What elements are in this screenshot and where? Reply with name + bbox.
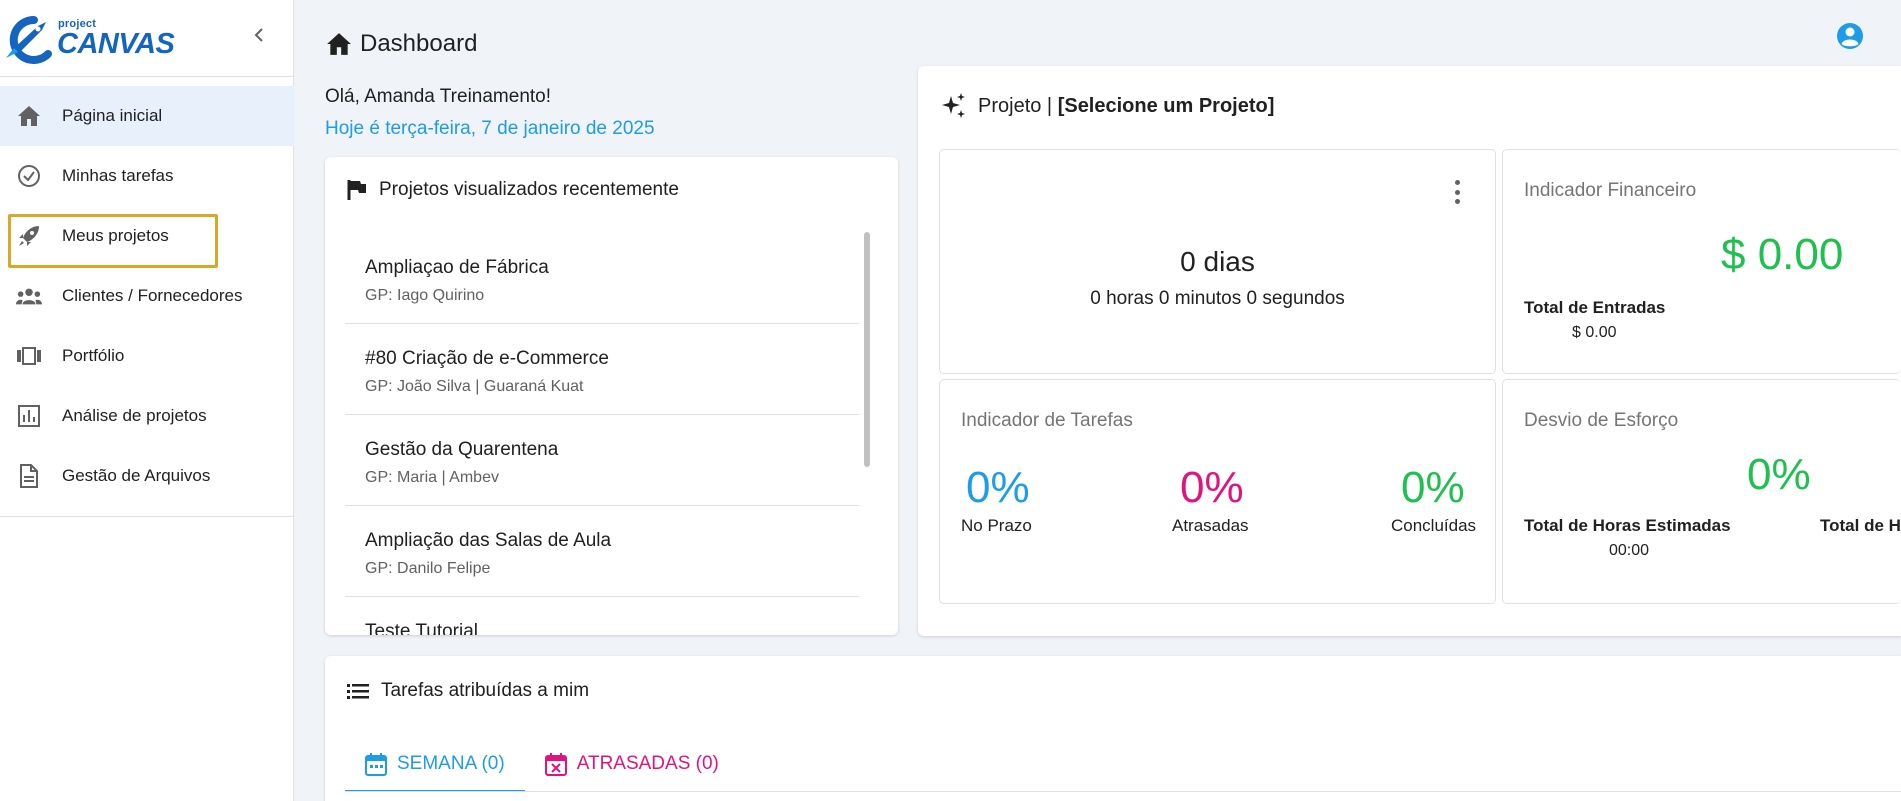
task-indicator-card: Indicador de Tarefas 0% No Prazo 0% Atra… bbox=[939, 379, 1496, 604]
tabs-divider bbox=[345, 791, 1901, 792]
sidebar-item-label: Gestão de Arquivos bbox=[62, 466, 211, 485]
sidebar: project CANVAS Página inicial Minhas tar… bbox=[0, 0, 294, 801]
project-prefix: Projeto | bbox=[978, 94, 1058, 117]
more-vert-icon bbox=[1454, 180, 1460, 185]
done-label: Concluídas bbox=[1391, 516, 1477, 535]
project-manager: GP: João Silva | Guaraná Kuat bbox=[365, 378, 584, 395]
more-options-button[interactable] bbox=[1447, 180, 1467, 204]
estimated-hours-value: 00:00 bbox=[1609, 542, 1650, 559]
entries-label: Total de Entradas bbox=[1524, 298, 1666, 317]
file-icon bbox=[16, 464, 42, 488]
assigned-tasks-card: Tarefas atribuídas a mim SEMANA (0) ATRA… bbox=[325, 656, 1901, 801]
more-vert-dot bbox=[1454, 189, 1460, 195]
sidebar-item-files[interactable]: Gestão de Arquivos bbox=[0, 446, 294, 506]
sidebar-item-label: Portfólio bbox=[62, 346, 125, 365]
recent-projects-title: Projetos visualizados recentemente bbox=[379, 179, 679, 200]
entries-value: $ 0.00 bbox=[1572, 324, 1617, 341]
timer-hms: 0 horas 0 minutos 0 segundos bbox=[1090, 288, 1345, 309]
tab-week[interactable]: SEMANA (0) bbox=[345, 738, 525, 792]
list-item[interactable]: Ampliação das Salas de Aula GP: Danilo F… bbox=[345, 506, 859, 597]
sidebar-item-portfolio[interactable]: Portfólio bbox=[0, 326, 294, 386]
task-indicator-title: Indicador de Tarefas bbox=[961, 410, 1133, 431]
chevron-left-icon bbox=[254, 28, 263, 42]
date-text: Hoje é terça-feira, 7 de janeiro de 2025 bbox=[325, 118, 655, 139]
realized-hours-label: Total de Horas Realizadas bbox=[1820, 516, 1901, 535]
sidebar-nav: Página inicial Minhas tarefas Meus proje… bbox=[0, 86, 294, 506]
tab-late-label: ATRASADAS (0) bbox=[576, 753, 719, 774]
timer-days: 0 dias bbox=[1180, 246, 1255, 277]
recent-projects-scrollbar[interactable] bbox=[864, 232, 870, 467]
sidebar-item-my-projects[interactable]: Meus projetos bbox=[0, 206, 294, 268]
sidebar-divider bbox=[0, 76, 294, 77]
sidebar-item-label: Clientes / Fornecedores bbox=[62, 286, 243, 305]
project-panel: Projeto | [Selecione um Projeto] 0 dias … bbox=[918, 66, 1901, 636]
list-item[interactable]: #80 Criação de e-Commerce GP: João Silva… bbox=[345, 324, 859, 415]
list-item[interactable]: Gestão da Quarentena GP: Maria | Ambev bbox=[345, 415, 859, 506]
project-name: #80 Criação de e-Commerce bbox=[365, 348, 609, 369]
rocket-logo-icon bbox=[6, 15, 52, 64]
financial-indicator-title: Indicador Financeiro bbox=[1524, 180, 1697, 201]
done-percent: 0% bbox=[1401, 463, 1465, 512]
sidebar-item-label: Página inicial bbox=[62, 106, 163, 125]
flag-icon bbox=[347, 180, 366, 200]
late-percent: 0% bbox=[1180, 463, 1244, 512]
sidebar-item-analysis[interactable]: Análise de projetos bbox=[0, 386, 294, 446]
financial-indicator-card: Indicador Financeiro $ 0.00 Total de Ent… bbox=[1502, 149, 1901, 374]
tab-week-label: SEMANA (0) bbox=[397, 753, 505, 774]
sidebar-item-clients[interactable]: Clientes / Fornecedores bbox=[0, 266, 294, 326]
tab-late[interactable]: ATRASADAS (0) bbox=[525, 738, 739, 790]
bar-chart-icon bbox=[16, 404, 42, 428]
estimated-hours-label: Total de Horas Estimadas bbox=[1524, 516, 1731, 535]
project-header: Projeto | [Selecione um Projeto] bbox=[940, 92, 1274, 120]
collapse-sidebar-button[interactable] bbox=[246, 22, 272, 48]
sparkle-icon bbox=[942, 93, 965, 118]
page-title-text: Dashboard bbox=[360, 30, 478, 57]
list-item[interactable]: Ampliaçao de Fábrica GP: Iago Quirino bbox=[345, 233, 859, 324]
effort-deviation-value: 0% bbox=[1747, 450, 1811, 499]
home-icon bbox=[327, 33, 351, 55]
financial-value: $ 0.00 bbox=[1721, 230, 1844, 279]
project-selector[interactable]: [Selecione um Projeto] bbox=[1058, 95, 1275, 117]
project-name: Gestão da Quarentena bbox=[365, 439, 559, 460]
assigned-tasks-title: Tarefas atribuídas a mim bbox=[381, 680, 590, 701]
page-title: Dashboard bbox=[326, 30, 477, 58]
project-name: Ampliação das Salas de Aula bbox=[365, 530, 612, 551]
sidebar-item-label: Análise de projetos bbox=[62, 406, 207, 425]
late-label: Atrasadas bbox=[1172, 516, 1249, 535]
list-icon bbox=[347, 684, 369, 699]
project-name: Ampliaçao de Fábrica bbox=[365, 257, 549, 278]
project-timer-card: 0 dias 0 horas 0 minutos 0 segundos bbox=[939, 149, 1496, 374]
on-time-percent: 0% bbox=[966, 463, 1030, 512]
home-icon bbox=[16, 104, 42, 128]
sidebar-item-label: Meus projetos bbox=[62, 226, 169, 245]
portfolio-icon bbox=[16, 344, 42, 368]
on-time-label: No Prazo bbox=[961, 516, 1032, 535]
project-manager: GP: Danilo Felipe bbox=[365, 560, 491, 577]
greeting-text: Olá, Amanda Treinamento! bbox=[325, 86, 552, 107]
more-vert-dot bbox=[1454, 199, 1460, 204]
assigned-tasks-header: Tarefas atribuídas a mim bbox=[347, 680, 589, 702]
calendar-x-icon bbox=[544, 753, 567, 776]
rocket-icon bbox=[16, 224, 42, 248]
effort-deviation-title: Desvio de Esforço bbox=[1524, 410, 1679, 431]
people-icon bbox=[16, 284, 42, 308]
app-logo[interactable]: project CANVAS bbox=[4, 12, 175, 64]
logo-canvas-text: CANVAS bbox=[57, 28, 175, 60]
effort-deviation-card: Desvio de Esforço 0% Total de Horas Esti… bbox=[1502, 379, 1901, 604]
check-circle-icon bbox=[16, 164, 42, 188]
calendar-icon bbox=[365, 753, 387, 776]
recent-projects-header: Projetos visualizados recentemente bbox=[347, 179, 679, 201]
recent-projects-list: Ampliaçao de Fábrica GP: Iago Quirino #8… bbox=[345, 233, 859, 635]
project-name: Teste Tutorial bbox=[365, 621, 478, 635]
recent-projects-card: Projetos visualizados recentemente Ampli… bbox=[325, 157, 898, 635]
sidebar-item-label: Minhas tarefas bbox=[62, 166, 174, 185]
list-item[interactable]: Teste Tutorial bbox=[345, 597, 859, 635]
assigned-tasks-tabs: SEMANA (0) ATRASADAS (0) bbox=[345, 738, 739, 792]
project-manager: GP: Maria | Ambev bbox=[365, 469, 499, 486]
project-manager: GP: Iago Quirino bbox=[365, 287, 485, 304]
user-account-icon[interactable] bbox=[1836, 22, 1864, 50]
sidebar-divider bbox=[0, 516, 294, 517]
sidebar-item-my-tasks[interactable]: Minhas tarefas bbox=[0, 146, 294, 206]
sidebar-item-home[interactable]: Página inicial bbox=[0, 86, 294, 146]
